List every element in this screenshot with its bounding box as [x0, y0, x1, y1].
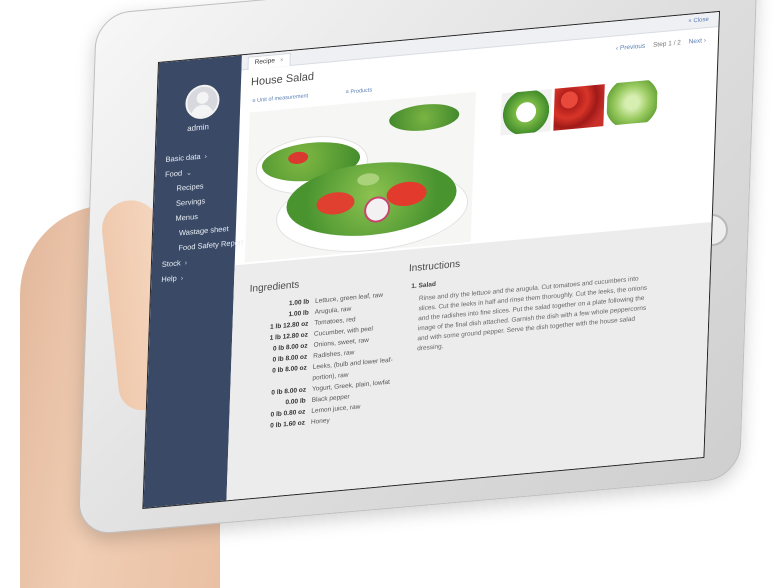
- instruction-step-label: 1. Salad: [411, 280, 437, 291]
- tab-recipe[interactable]: Recipe ×: [247, 52, 291, 70]
- step-indicator: Step 1 / 2: [652, 39, 681, 49]
- salad-photo[interactable]: [244, 91, 476, 263]
- tab-label: Recipe: [254, 57, 276, 67]
- page-title: House Salad: [250, 70, 315, 89]
- avatar-body: [190, 103, 214, 120]
- thumbnail-tomatoes[interactable]: [553, 84, 605, 131]
- avatar-head: [196, 91, 209, 105]
- products-link[interactable]: ≡ Products: [346, 86, 391, 96]
- next-button[interactable]: Next ›: [689, 37, 707, 46]
- products-label: Products: [350, 87, 373, 96]
- tablet-screen: admin Basic data › Food ⌄ Recipes Servings…: [142, 10, 721, 509]
- unit-of-measurement-link[interactable]: ≡ Unit of measurement: [252, 92, 326, 104]
- step-pager: ‹ Previous Step 1 / 2 Next ›: [610, 37, 706, 53]
- salad-side: [388, 101, 460, 134]
- instructions-heading: Instructions: [408, 258, 461, 275]
- sidebar: admin Basic data › Food ⌄ Recipes Servings…: [143, 55, 244, 508]
- recipe-details: Ingredients 1.00 lb Lettuce, green leaf, …: [226, 221, 712, 501]
- thumbnail-lettuce[interactable]: [606, 79, 658, 126]
- user-name: admin: [187, 122, 210, 134]
- thumbnail-salad[interactable]: [500, 88, 552, 136]
- ingredients-heading: Ingredients: [249, 279, 300, 295]
- sidebar-item-label: Basic data: [165, 151, 201, 164]
- unit-of-measurement-label: Unit of measurement: [256, 93, 309, 104]
- instruction-text: Rinse and dry the lettuce and the arugul…: [416, 275, 648, 353]
- close-button[interactable]: × Close: [688, 15, 709, 27]
- avatar[interactable]: [184, 83, 221, 121]
- chevron-right-icon: ›: [180, 275, 184, 283]
- previous-button[interactable]: ‹ Previous: [616, 43, 646, 53]
- tab-close-icon[interactable]: ×: [280, 58, 284, 64]
- sidebar-item-label: Food: [164, 168, 183, 179]
- ingredients-list: 1.00 lb Lettuce, green leaf, raw 1.00 lb A…: [247, 287, 416, 434]
- photo-scene: admin Basic data › Food ⌄ Recipes Servings…: [0, 0, 782, 588]
- sidebar-item-label: Help: [161, 273, 177, 284]
- sidebar-item-label: Stock: [161, 258, 181, 269]
- main-content: Recipe × × Close House Salad ‹ Previous S…: [226, 11, 719, 501]
